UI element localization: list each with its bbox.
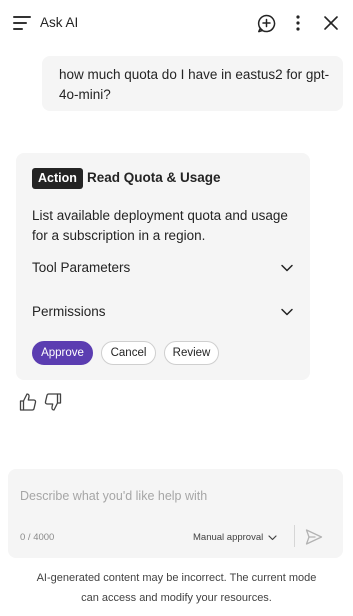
permissions-label: Permissions xyxy=(32,304,106,319)
chevron-down-icon xyxy=(281,308,293,316)
chat-input[interactable] xyxy=(20,487,330,505)
review-button[interactable]: Review xyxy=(164,341,219,365)
more-options-icon[interactable] xyxy=(287,12,309,34)
approve-button[interactable]: Approve xyxy=(32,341,93,365)
composer-divider xyxy=(294,525,295,547)
thumbs-up-icon[interactable] xyxy=(19,392,37,412)
cancel-button[interactable]: Cancel xyxy=(101,341,156,365)
chevron-down-icon xyxy=(268,534,277,540)
chat-composer: 0 / 4000 Manual approval xyxy=(8,469,343,558)
action-card: Action Read Quota & Usage List available… xyxy=(16,153,310,380)
approval-mode-label: Manual approval xyxy=(193,531,264,543)
chevron-down-icon xyxy=(281,264,293,272)
approval-mode-dropdown[interactable]: Manual approval xyxy=(193,530,277,544)
ask-ai-panel: Ask AI how much quota do I have in eastu… xyxy=(0,0,353,616)
new-chat-icon[interactable] xyxy=(255,12,277,34)
action-badge: Action xyxy=(32,168,83,189)
user-message-bubble: how much quota do I have in eastus2 for … xyxy=(42,56,343,111)
send-icon[interactable] xyxy=(304,527,324,547)
character-counter: 0 / 4000 xyxy=(20,532,55,543)
panel-header: Ask AI xyxy=(0,0,353,46)
action-description: List available deployment quota and usag… xyxy=(32,208,288,243)
close-icon[interactable] xyxy=(320,12,342,34)
thumbs-down-icon[interactable] xyxy=(44,392,62,412)
ai-disclaimer: AI-generated content may be incorrect. T… xyxy=(36,572,317,604)
hamburger-menu-icon[interactable] xyxy=(13,15,32,30)
panel-title: Ask AI xyxy=(40,15,79,30)
tool-parameters-label: Tool Parameters xyxy=(32,260,131,275)
tool-parameters-expander[interactable]: Tool Parameters xyxy=(32,257,294,279)
action-title: Read Quota & Usage xyxy=(87,170,221,185)
permissions-expander[interactable]: Permissions xyxy=(32,301,294,323)
user-message-text: how much quota do I have in eastus2 for … xyxy=(59,67,330,102)
